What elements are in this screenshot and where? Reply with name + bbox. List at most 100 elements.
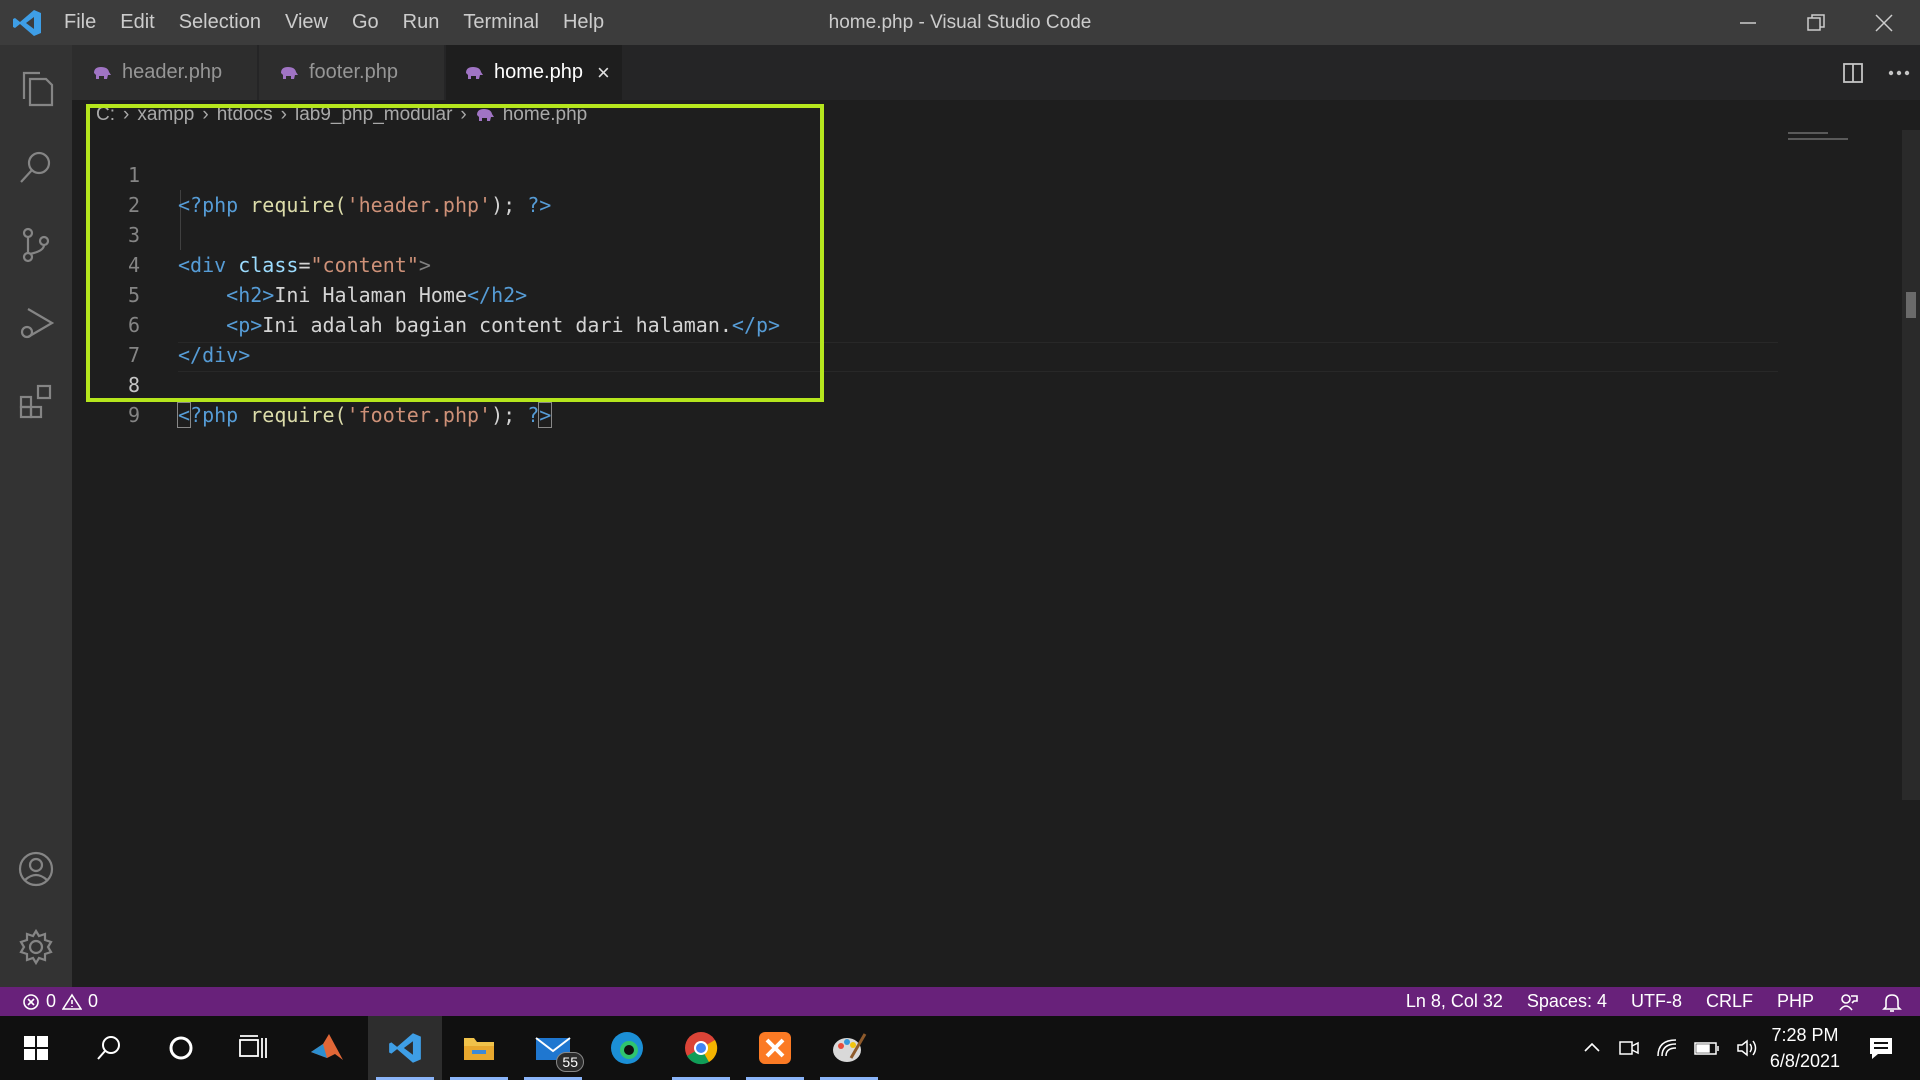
split-editor-icon[interactable]	[1842, 62, 1864, 84]
activity-bar	[0, 45, 72, 987]
xampp-icon	[759, 1032, 791, 1064]
taskbar-chrome[interactable]	[664, 1016, 738, 1080]
taskbar-xampp[interactable]	[738, 1016, 812, 1080]
indentation[interactable]: Spaces: 4	[1527, 991, 1607, 1012]
run-debug-button[interactable]	[0, 287, 72, 359]
windows-logo-icon	[24, 1036, 48, 1060]
tab-bar: header.php footer.php home.php ×	[72, 45, 1920, 100]
string-literal: 'footer.php'	[346, 403, 492, 427]
notifications-icon[interactable]	[1868, 1036, 1894, 1060]
encoding[interactable]: UTF-8	[1631, 991, 1682, 1012]
tab-label: header.php	[122, 61, 223, 83]
minimize-button[interactable]	[1714, 0, 1782, 45]
taskbar-search-button[interactable]	[72, 1016, 146, 1080]
settings-button[interactable]	[0, 911, 72, 983]
php-close-bracket: >	[538, 402, 553, 428]
windows-taskbar: 55 7:28 PM 6/8/2021	[0, 1016, 1920, 1080]
clock-time: 7:28 PM	[1771, 1025, 1839, 1045]
bell-icon[interactable]	[1882, 992, 1902, 1012]
mail-badge: 55	[556, 1052, 584, 1072]
matlab-icon	[311, 1034, 343, 1060]
paint-palette-icon	[833, 1033, 867, 1062]
minimap[interactable]	[1788, 138, 1848, 140]
tab-close-icon[interactable]: ×	[597, 60, 610, 86]
search-icon	[20, 151, 51, 183]
cortana-button[interactable]	[144, 1016, 218, 1080]
require-call: require(	[250, 403, 347, 427]
task-view-button[interactable]	[216, 1016, 290, 1080]
chevron-up-icon[interactable]	[1582, 1038, 1602, 1058]
run-debug-icon	[20, 308, 54, 339]
menu-help[interactable]: Help	[551, 0, 616, 45]
menu-run[interactable]: Run	[391, 0, 452, 45]
minimize-icon	[1740, 21, 1756, 24]
task-view-icon	[239, 1035, 267, 1058]
status-right: Ln 8, Col 32 Spaces: 4 UTF-8 CRLF PHP	[1382, 987, 1902, 1016]
language-mode[interactable]: PHP	[1777, 991, 1814, 1012]
cortana-icon	[169, 1036, 193, 1060]
more-actions-icon[interactable]	[1888, 62, 1910, 84]
restore-button[interactable]	[1782, 0, 1850, 45]
minimap[interactable]	[1788, 132, 1828, 134]
status-bar: 0 0 Ln 8, Col 32 Spaces: 4 UTF-8 CRLF PH…	[0, 987, 1920, 1016]
system-clock[interactable]: 7:28 PM 6/8/2021	[1770, 1022, 1840, 1074]
menu-edit[interactable]: Edit	[108, 0, 166, 45]
battery-icon[interactable]	[1694, 1038, 1720, 1058]
meet-now-icon[interactable]	[1618, 1038, 1640, 1058]
vertical-scrollbar[interactable]	[1902, 130, 1920, 800]
extensions-button[interactable]	[0, 365, 72, 437]
menu-terminal[interactable]: Terminal	[451, 0, 551, 45]
tab-footer-php[interactable]: footer.php	[259, 45, 444, 100]
menu-file[interactable]: File	[52, 0, 108, 45]
gear-icon	[19, 928, 53, 966]
tab-header-php[interactable]: header.php	[72, 45, 257, 100]
search-button[interactable]	[0, 131, 72, 203]
annotation-highlight-box	[86, 104, 824, 402]
extensions-icon	[19, 384, 52, 419]
accounts-button[interactable]	[0, 833, 72, 905]
tab-home-php[interactable]: home.php ×	[446, 45, 622, 100]
php-open-bracket: <	[176, 402, 192, 428]
taskbar-mail[interactable]: 55	[516, 1016, 590, 1080]
line-number: 9	[127, 403, 140, 427]
menu-go[interactable]: Go	[340, 0, 391, 45]
edge-icon	[611, 1032, 643, 1064]
chrome-icon	[685, 1032, 718, 1065]
cursor-position[interactable]: Ln 8, Col 32	[1406, 991, 1503, 1012]
volume-icon[interactable]	[1736, 1038, 1760, 1058]
close-button[interactable]	[1850, 0, 1918, 45]
explorer-button[interactable]	[0, 53, 72, 125]
punctuation: );	[491, 403, 516, 427]
feedback-icon[interactable]	[1838, 992, 1858, 1012]
wifi-icon[interactable]	[1656, 1038, 1678, 1058]
start-button[interactable]	[0, 1016, 72, 1080]
menu-bar: File Edit Selection View Go Run Terminal…	[52, 0, 616, 45]
warning-icon	[62, 993, 83, 1010]
tab-label: home.php	[494, 61, 583, 83]
files-icon	[22, 71, 54, 107]
close-icon	[1875, 13, 1893, 32]
taskbar-paint[interactable]	[812, 1016, 886, 1080]
system-tray: 7:28 PM 6/8/2021	[1582, 1016, 1920, 1080]
taskbar-edge[interactable]	[590, 1016, 664, 1080]
line-ending[interactable]: CRLF	[1706, 991, 1753, 1012]
menu-selection[interactable]: Selection	[167, 0, 273, 45]
taskbar-matlab[interactable]	[290, 1016, 364, 1080]
menu-view[interactable]: View	[273, 0, 340, 45]
taskbar-vscode[interactable]	[368, 1016, 442, 1080]
source-control-button[interactable]	[0, 209, 72, 281]
tab-label: footer.php	[309, 61, 398, 83]
title-bar: File Edit Selection View Go Run Terminal…	[0, 0, 1920, 45]
account-icon	[18, 851, 54, 887]
problems-indicator[interactable]: 0 0	[22, 987, 98, 1016]
scrollbar-thumb[interactable]	[1906, 292, 1916, 318]
source-control-icon	[22, 227, 50, 263]
php-close-question: ?	[527, 403, 540, 427]
folder-icon	[464, 1038, 494, 1060]
vscode-icon	[389, 1033, 421, 1063]
search-icon	[97, 1036, 120, 1060]
taskbar-file-explorer[interactable]	[442, 1016, 516, 1080]
clock-date: 6/8/2021	[1769, 1051, 1840, 1071]
php-elephant-icon	[466, 66, 483, 79]
php-elephant-icon	[281, 66, 298, 79]
